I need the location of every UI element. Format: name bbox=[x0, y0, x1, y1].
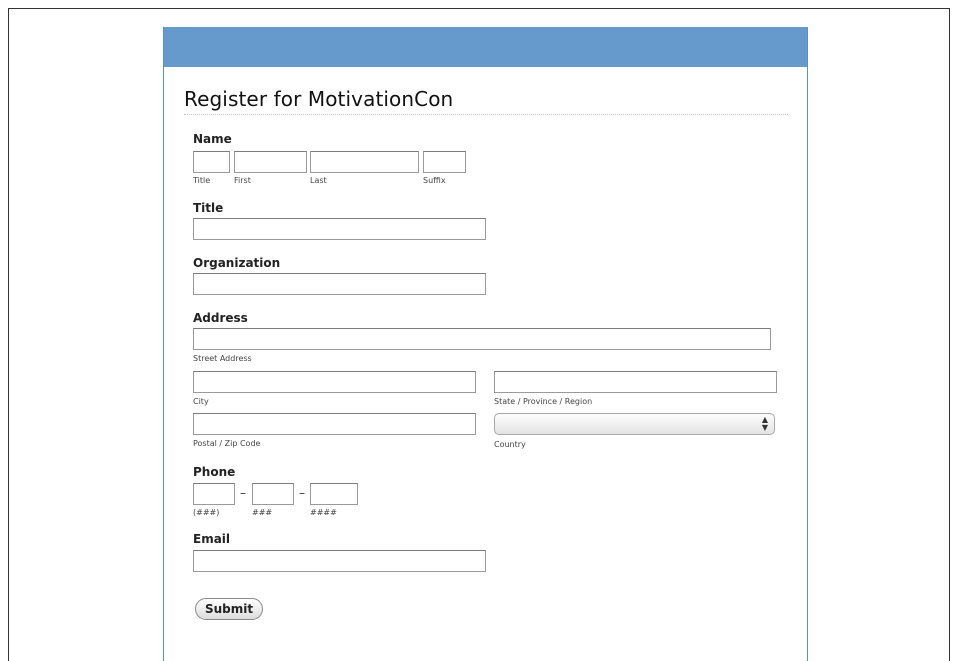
postal-code-sublabel: Postal / Zip Code bbox=[193, 439, 261, 448]
organization-label: Organization bbox=[193, 256, 281, 270]
form-title: Register for MotivationCon bbox=[184, 87, 454, 111]
street-address-sublabel: Street Address bbox=[193, 354, 252, 363]
organization-input[interactable] bbox=[193, 273, 486, 295]
phone-prefix-sublabel: ### bbox=[252, 508, 273, 517]
title-divider bbox=[184, 114, 788, 115]
registration-form-card: Register for MotivationCon Name Title Fi… bbox=[163, 27, 808, 661]
job-title-label: Title bbox=[193, 201, 224, 215]
email-input[interactable] bbox=[193, 550, 486, 572]
postal-code-input[interactable] bbox=[193, 413, 476, 435]
country-select[interactable]: ▲ ▼ bbox=[494, 413, 775, 435]
phone-line-input[interactable] bbox=[310, 483, 358, 505]
address-label: Address bbox=[193, 311, 248, 325]
name-first-sublabel: First bbox=[234, 176, 251, 185]
state-sublabel: State / Province / Region bbox=[494, 397, 593, 406]
name-last-input[interactable] bbox=[310, 151, 419, 173]
form-header-bar bbox=[164, 27, 807, 67]
phone-dash-1: – bbox=[240, 486, 246, 500]
phone-area-input[interactable] bbox=[193, 483, 235, 505]
name-label: Name bbox=[193, 132, 232, 146]
name-first-input[interactable] bbox=[234, 151, 307, 173]
email-label: Email bbox=[193, 532, 231, 546]
country-sublabel: Country bbox=[494, 440, 526, 449]
up-down-arrows-icon: ▲ ▼ bbox=[761, 415, 768, 432]
name-title-input[interactable] bbox=[193, 151, 230, 173]
city-input[interactable] bbox=[193, 371, 476, 393]
name-suffix-sublabel: Suffix bbox=[423, 176, 446, 185]
name-title-sublabel: Title bbox=[193, 176, 211, 185]
city-sublabel: City bbox=[193, 397, 209, 406]
street-address-input[interactable] bbox=[193, 328, 771, 350]
name-suffix-input[interactable] bbox=[423, 151, 466, 173]
phone-prefix-input[interactable] bbox=[252, 483, 294, 505]
name-last-sublabel: Last bbox=[310, 176, 327, 185]
submit-button[interactable]: Submit bbox=[195, 598, 264, 620]
phone-line-sublabel: #### bbox=[310, 508, 337, 517]
phone-label: Phone bbox=[193, 465, 236, 479]
phone-dash-2: – bbox=[299, 486, 305, 500]
phone-area-sublabel: (###) bbox=[193, 508, 220, 517]
job-title-input[interactable] bbox=[193, 218, 486, 240]
state-input[interactable] bbox=[494, 371, 777, 393]
